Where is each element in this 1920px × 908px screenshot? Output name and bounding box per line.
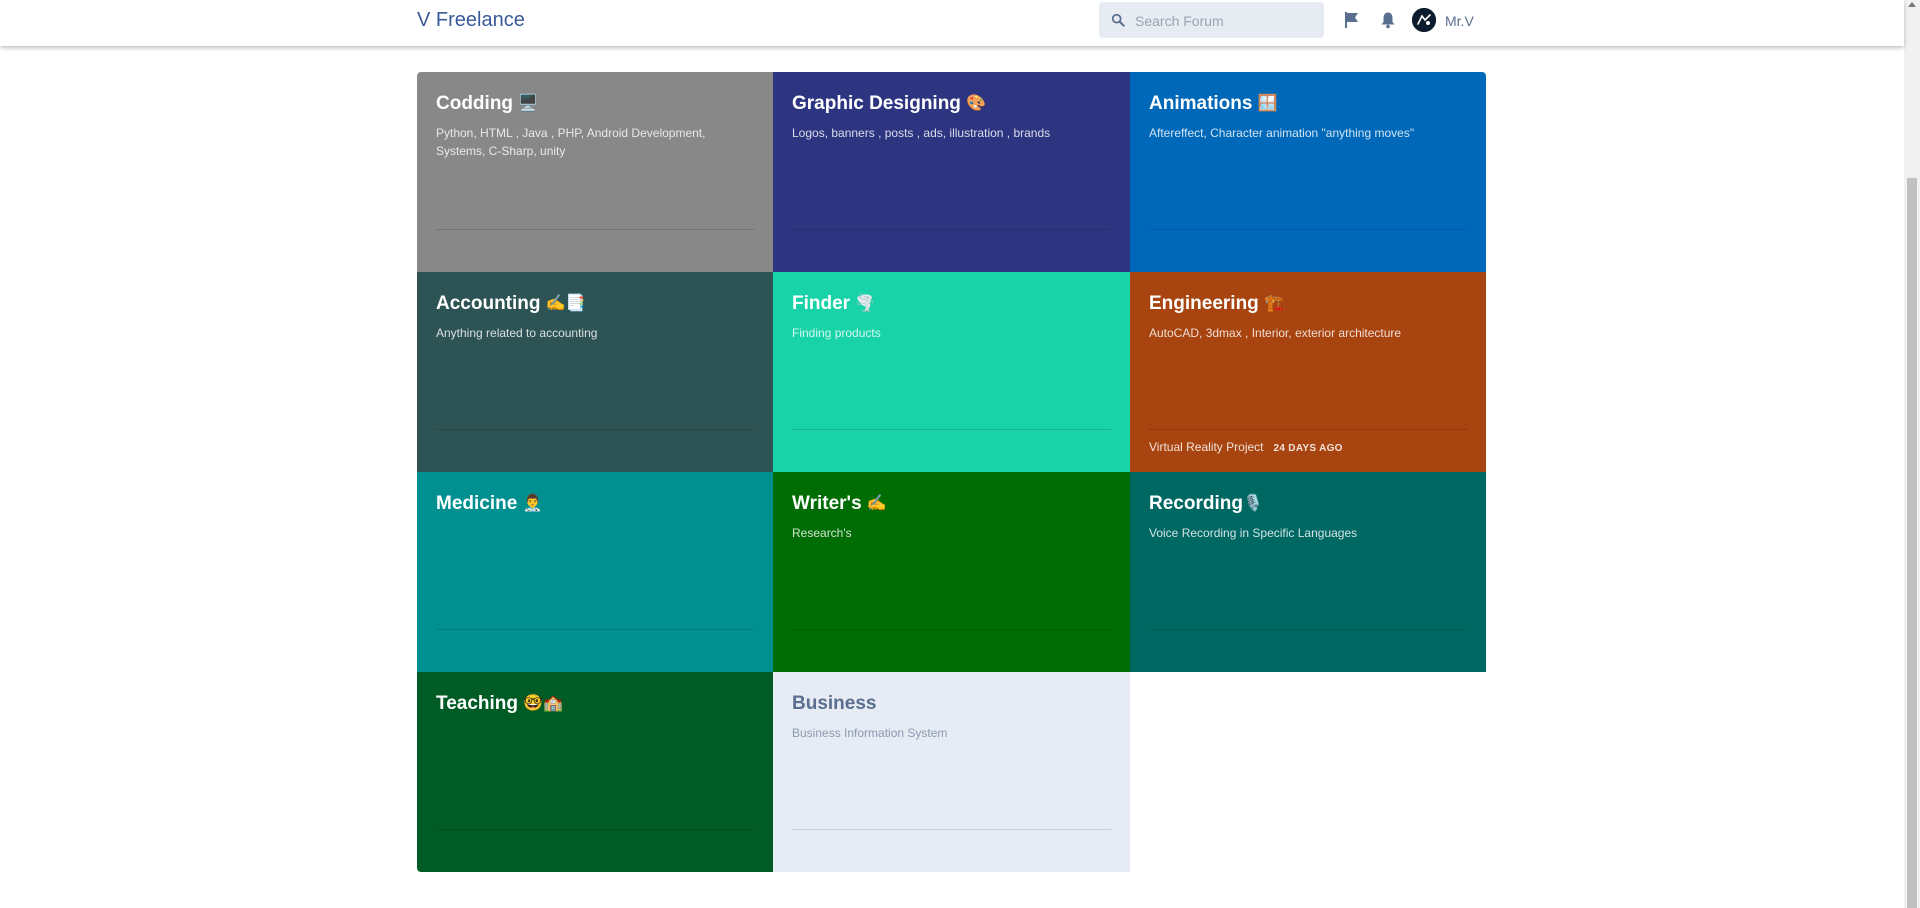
category-title[interactable]: Accounting ✍️📑 <box>436 292 754 316</box>
category-description: Finding products <box>792 326 881 340</box>
category-title[interactable]: Medicine 👨‍⚕️ <box>436 492 754 516</box>
tile-divider <box>792 829 1111 830</box>
category-description: Research's <box>792 526 852 540</box>
category-title[interactable]: Business <box>792 692 1111 716</box>
category-title[interactable]: Graphic Designing 🎨 <box>792 92 1111 116</box>
category-tile-medicine[interactable]: Medicine 👨‍⚕️ <box>417 472 773 672</box>
category-emoji: ✍️ <box>866 495 887 512</box>
category-emoji: ✍️📑 <box>545 295 586 312</box>
category-tile-teaching[interactable]: Teaching 🤓🏫 <box>417 672 773 872</box>
category-tile-graphic-designing[interactable]: Graphic Designing 🎨 Logos, banners , pos… <box>773 72 1130 272</box>
tile-divider <box>436 829 754 830</box>
category-description: Aftereffect, Character animation "anythi… <box>1149 126 1415 140</box>
category-title[interactable]: Codding 🖥️ <box>436 92 754 116</box>
category-tile-accounting[interactable]: Accounting ✍️📑 Anything related to accou… <box>417 272 773 472</box>
category-tile-writers[interactable]: Writer's ✍️ Research's <box>773 472 1130 672</box>
category-emoji: 🎙️ <box>1242 495 1263 512</box>
tile-divider <box>792 229 1111 230</box>
top-navbar: V Freelance Mr.V <box>0 0 1904 46</box>
search-icon <box>1111 13 1125 27</box>
last-post-title[interactable]: Virtual Reality Project <box>1149 440 1264 454</box>
category-emoji: 🪟 <box>1257 95 1278 112</box>
avatar-icon <box>1412 8 1436 32</box>
category-emoji: 🖥️ <box>518 95 539 112</box>
category-title[interactable]: Recording🎙️ <box>1149 492 1467 516</box>
category-tile-animations[interactable]: Animations 🪟 Aftereffect, Character anim… <box>1130 72 1486 272</box>
tile-divider <box>436 229 754 230</box>
search-box[interactable] <box>1099 2 1324 40</box>
last-post[interactable]: Virtual Reality Project 24 DAYS AGO <box>1149 440 1343 454</box>
last-post-time: 24 DAYS AGO <box>1273 443 1343 454</box>
category-description: AutoCAD, 3dmax , Interior, exterior arch… <box>1149 326 1402 340</box>
bell-icon[interactable] <box>1379 11 1397 29</box>
category-tile-business[interactable]: Business Business Information System <box>773 672 1130 872</box>
tile-divider <box>1149 429 1467 430</box>
category-emoji: 🏗️ <box>1264 295 1284 312</box>
category-tile-finder[interactable]: Finder 🌪️ Finding products <box>773 272 1130 472</box>
category-description: Voice Recording in Specific Languages <box>1149 526 1358 540</box>
brand-logo-link[interactable]: V Freelance <box>417 9 525 32</box>
category-emoji: 🤓🏫 <box>523 695 564 712</box>
category-title[interactable]: Finder 🌪️ <box>792 292 1111 316</box>
tile-divider <box>792 629 1111 630</box>
user-menu-name[interactable]: Mr.V <box>1445 13 1474 29</box>
category-tile-codding[interactable]: Codding 🖥️ Python, HTML , Java , PHP, An… <box>417 72 773 272</box>
tile-divider <box>1149 629 1467 630</box>
category-title[interactable]: Animations 🪟 <box>1149 92 1467 116</box>
category-tile-recording[interactable]: Recording🎙️ Voice Recording in Specific … <box>1130 472 1486 672</box>
category-emoji: 🎨 <box>966 95 987 112</box>
tile-divider <box>792 429 1111 430</box>
user-avatar[interactable] <box>1412 8 1436 32</box>
category-tile-engineering[interactable]: Engineering 🏗️ AutoCAD, 3dmax , Interior… <box>1130 272 1486 472</box>
category-description: Anything related to accounting <box>436 326 598 340</box>
scrollbar-thumb[interactable] <box>1907 178 1917 908</box>
category-description: Business Information System <box>792 726 948 740</box>
category-title[interactable]: Writer's ✍️ <box>792 492 1111 516</box>
category-grid: Codding 🖥️ Python, HTML , Java , PHP, An… <box>417 72 1486 872</box>
search-input[interactable] <box>1133 2 1317 40</box>
category-title[interactable]: Teaching 🤓🏫 <box>436 692 754 716</box>
tile-divider <box>436 429 754 430</box>
category-title[interactable]: Engineering 🏗️ <box>1149 292 1467 316</box>
scroll-up-arrow-icon[interactable] <box>1908 2 1916 7</box>
page-scrollbar[interactable] <box>1904 0 1920 908</box>
category-description: Python, HTML , Java , PHP, Android Devel… <box>436 126 706 158</box>
category-emoji: 🌪️ <box>855 295 876 312</box>
category-emoji: 👨‍⚕️ <box>522 495 543 512</box>
flag-icon[interactable] <box>1343 11 1361 29</box>
tile-divider <box>436 629 754 630</box>
category-description: Logos, banners , posts , ads, illustrati… <box>792 126 1051 140</box>
tile-divider <box>1149 229 1467 230</box>
navbar-container: V Freelance Mr.V <box>417 0 1486 46</box>
